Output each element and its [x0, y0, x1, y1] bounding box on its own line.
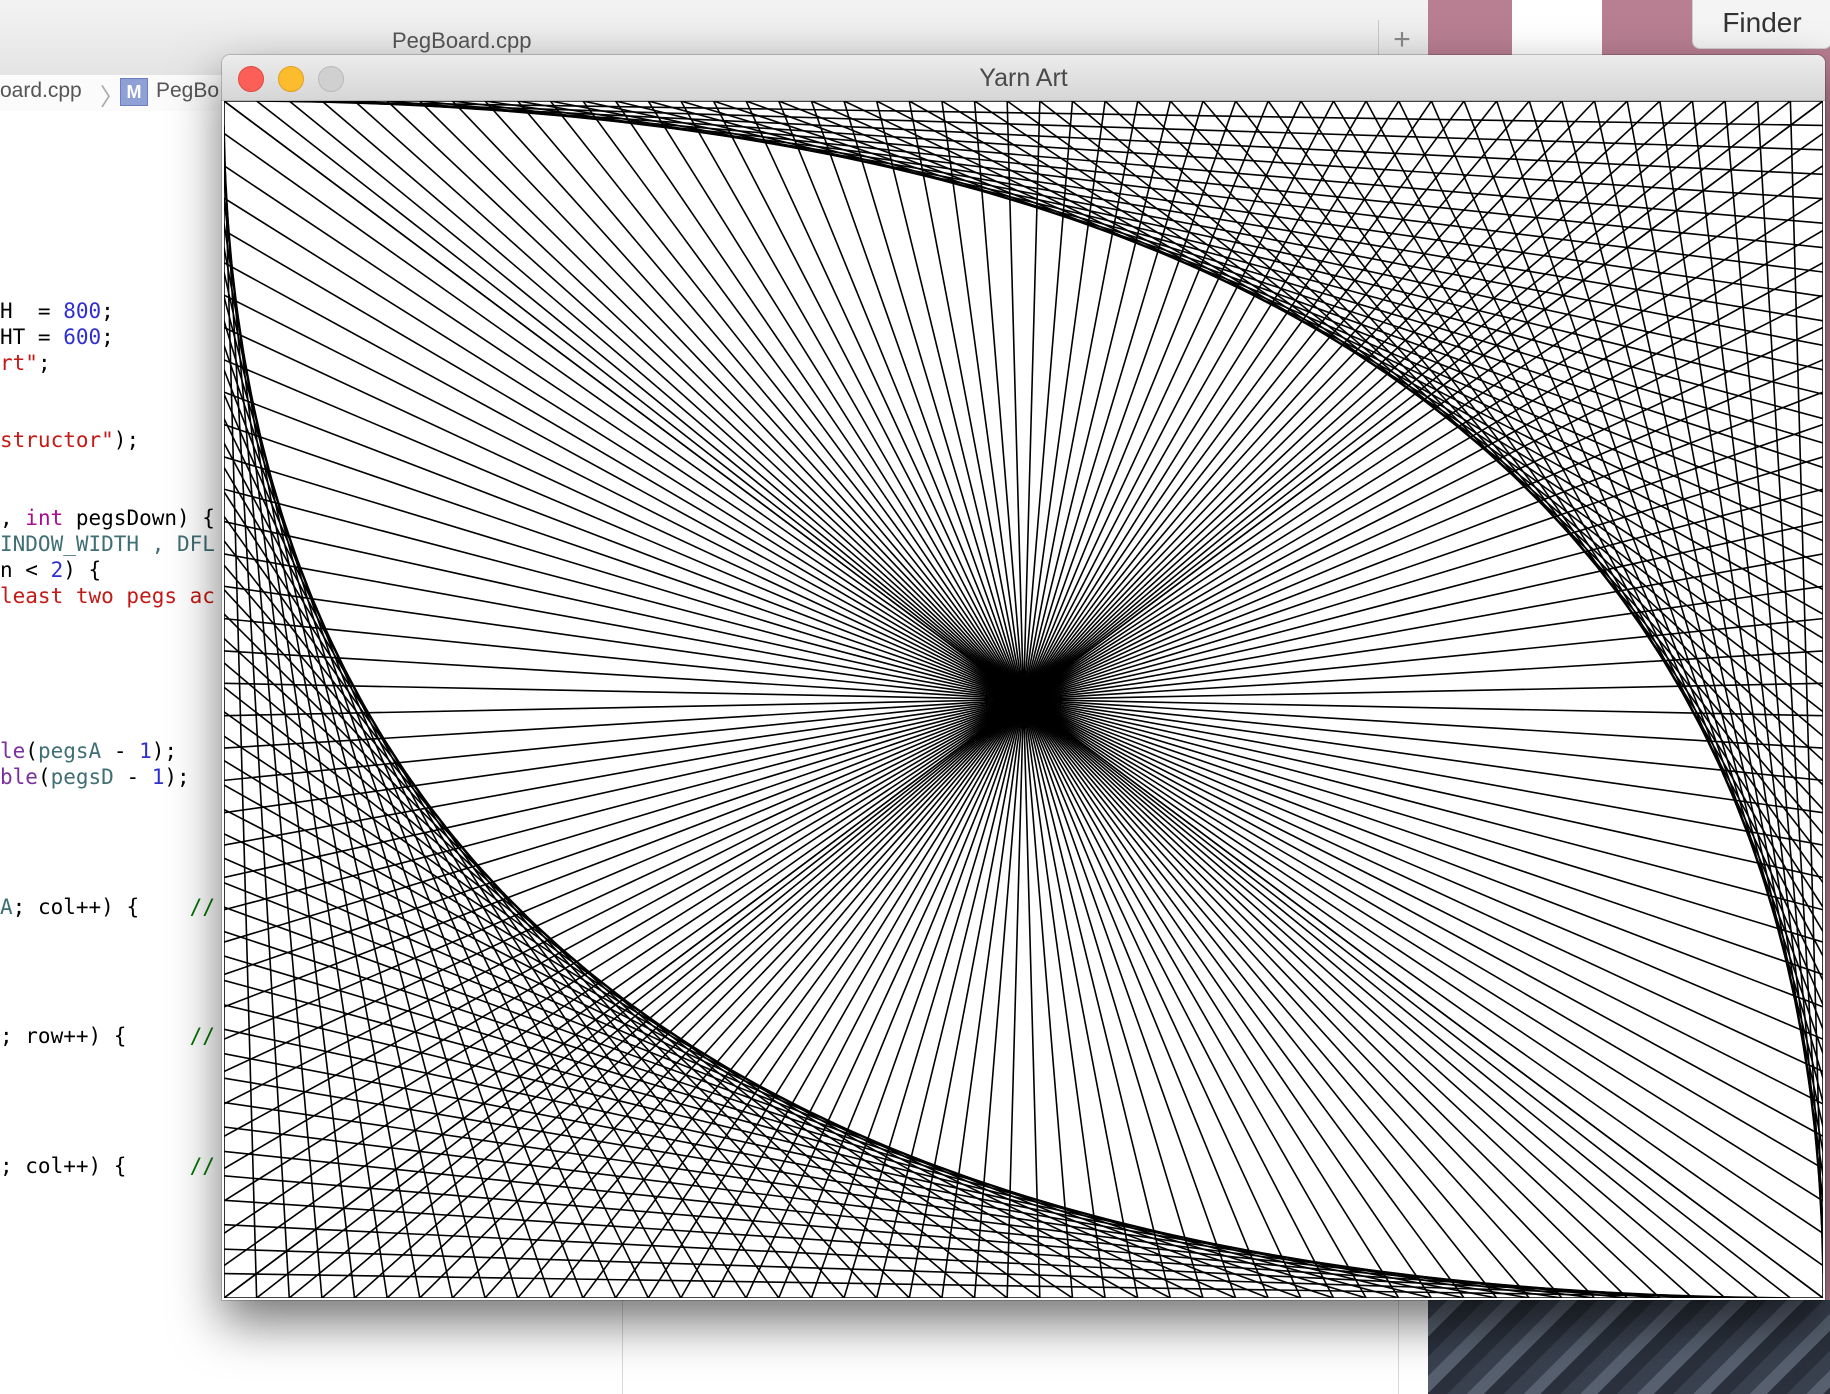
code-line: ; row++) { // — [0, 1024, 215, 1048]
yarn-string — [550, 101, 1823, 347]
window-titlebar[interactable]: Yarn Art — [222, 55, 1825, 101]
yarn-string — [648, 101, 1823, 420]
yarn-string — [1300, 101, 1823, 908]
yarn-string — [843, 101, 1823, 566]
yarn-string — [224, 979, 1399, 1298]
yarn-string — [224, 906, 1302, 1298]
yarn-string — [224, 833, 1204, 1298]
finder-menu-label[interactable]: Finder — [1692, 0, 1830, 49]
code-line: structor"); — [0, 428, 140, 452]
yarn-string — [713, 101, 1823, 469]
code-line: H = 800; — [0, 299, 114, 323]
yarn-string — [224, 345, 552, 1298]
yarn-string — [1104, 101, 1823, 762]
code-line: , int pegsDown) { — [0, 506, 215, 530]
code-line: A; col++) { // — [0, 895, 215, 919]
yarn-string — [745, 101, 1823, 493]
add-tab-button[interactable]: + — [1378, 20, 1425, 60]
editor-divider — [1398, 1300, 1399, 1394]
code-line: rt"; — [0, 351, 51, 375]
yarn-string — [289, 101, 1823, 151]
editor-divider — [622, 1300, 623, 1394]
window-title: Yarn Art — [979, 64, 1068, 92]
desktop-wallpaper-rock — [1428, 1300, 1830, 1394]
yarn-string — [224, 149, 291, 1298]
breadcrumb-file[interactable]: oard.cpp — [0, 79, 82, 103]
yarn-string — [582, 101, 1823, 371]
yarn-art-canvas — [224, 101, 1823, 1298]
yarn-string — [224, 1028, 1465, 1298]
yarn-string — [484, 101, 1823, 298]
yarn-string — [224, 125, 258, 1298]
editor-tab-title[interactable]: PegBoard.cpp — [392, 28, 531, 54]
code-line: ble(pegsD - 1); — [0, 765, 190, 789]
method-icon: M — [120, 78, 148, 106]
code-line: n < 2) { — [0, 558, 102, 582]
yarn-string — [224, 1248, 1758, 1298]
yarn-string — [224, 1150, 1628, 1298]
yarn-string — [224, 930, 1334, 1298]
yarn-string — [224, 589, 878, 1298]
yarn-art-window: Yarn Art — [222, 55, 1825, 1300]
yarn-string — [1398, 101, 1823, 981]
code-line: least two pegs ac — [0, 584, 215, 608]
yarn-string — [224, 491, 747, 1298]
yarn-string — [224, 418, 649, 1298]
yarn-string — [224, 637, 943, 1298]
yarn-string — [1789, 101, 1823, 1274]
breadcrumb-symbol[interactable]: PegBo — [156, 79, 219, 103]
yarn-string — [224, 296, 486, 1298]
code-line: ; col++) { // — [0, 1154, 215, 1178]
code-line: INDOW_WIDTH , DFL — [0, 532, 215, 556]
code-line: HT = 600; — [0, 325, 114, 349]
yarn-string — [1756, 101, 1823, 1250]
desktop-window-fragment — [1512, 0, 1602, 56]
yarn-string — [1169, 101, 1823, 810]
code-line: le(pegsA - 1); — [0, 739, 178, 763]
